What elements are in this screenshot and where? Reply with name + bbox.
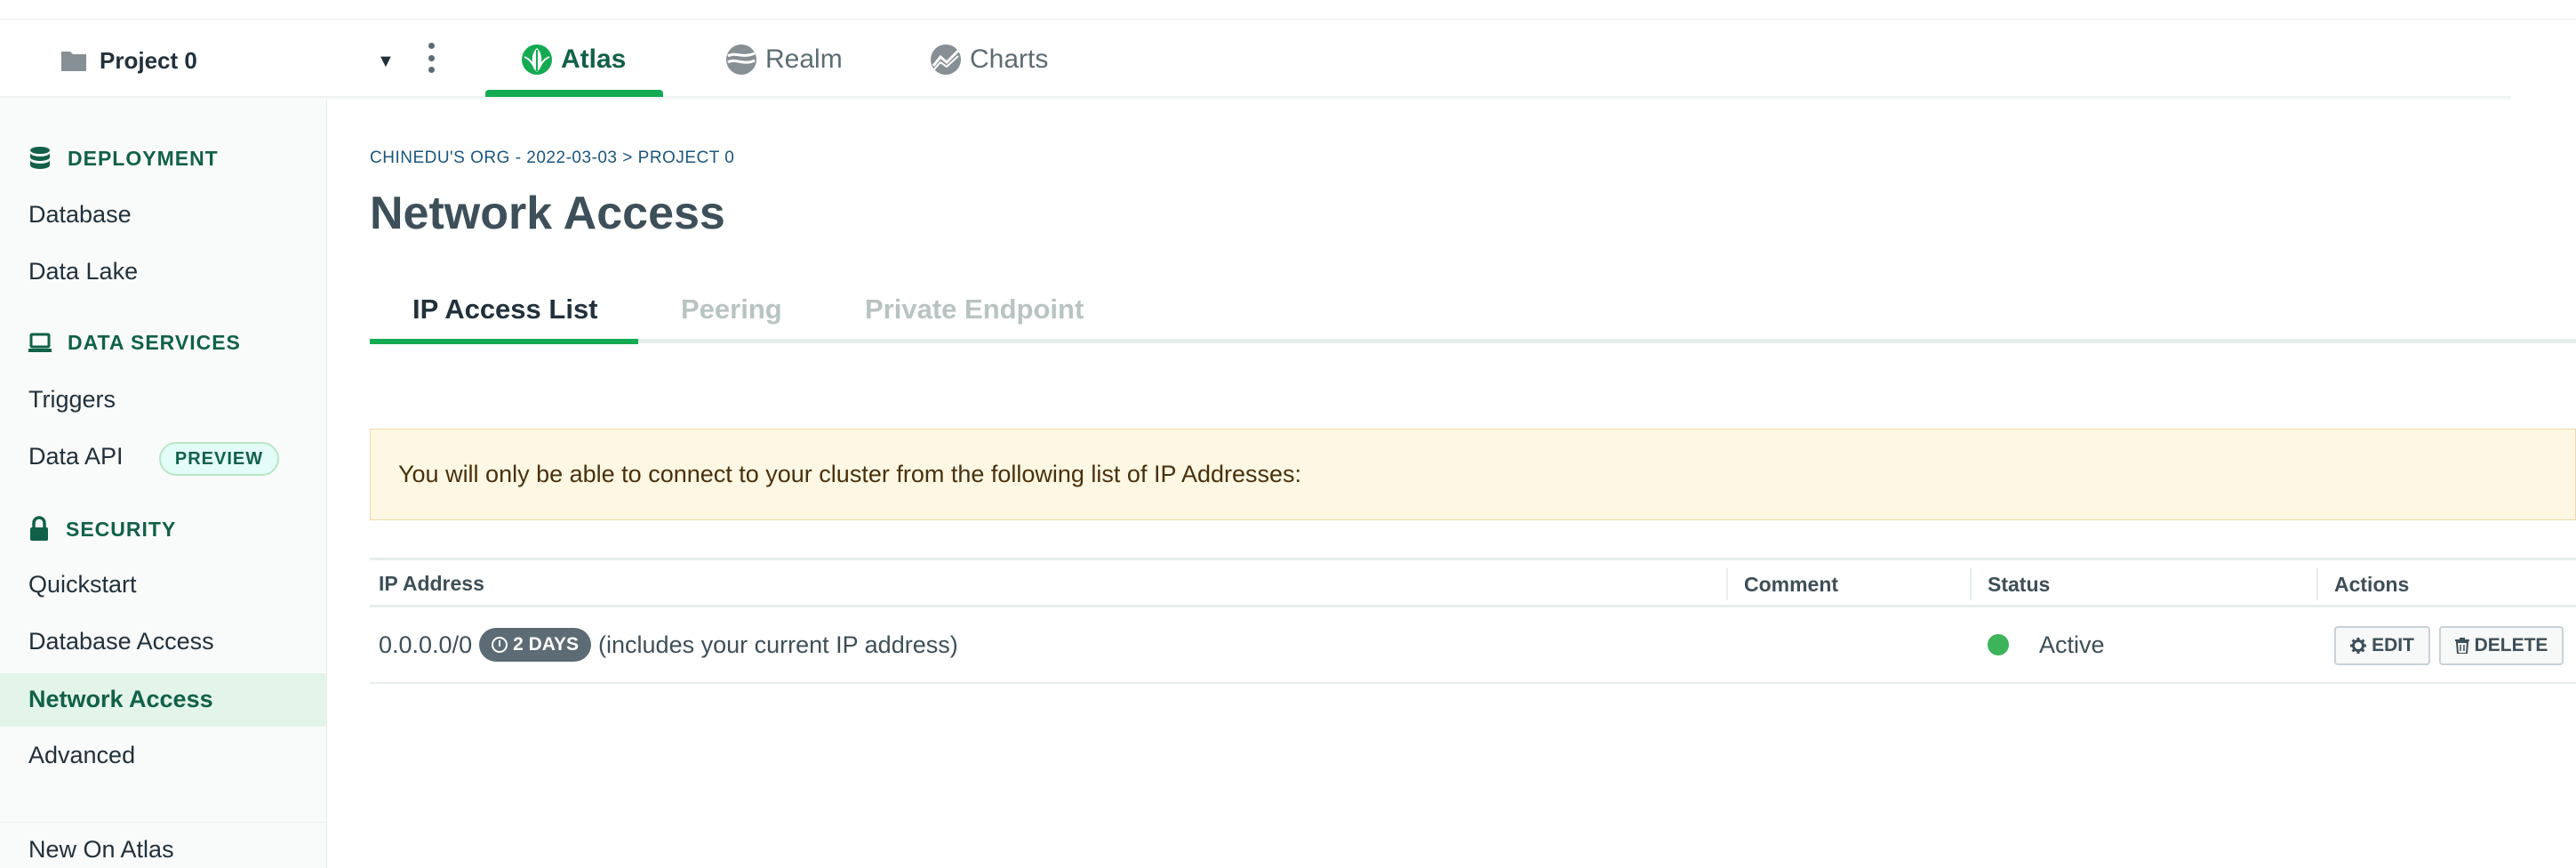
sidebar-item-quickstart[interactable]: Quickstart: [28, 571, 137, 599]
edit-button-label: EDIT: [2372, 635, 2414, 655]
laptop-icon: [28, 333, 52, 352]
page-title: Network Access: [370, 188, 725, 239]
sidebar-item-advanced[interactable]: Advanced: [28, 742, 135, 769]
table-header: IP Address Comment Status Actions: [370, 558, 2576, 607]
tab-charts-label: Charts: [970, 44, 1049, 74]
tab-atlas-label: Atlas: [561, 44, 627, 74]
browser-top-strip: [0, 0, 2576, 20]
project-picker[interactable]: Project 0: [60, 25, 197, 96]
breadcrumb[interactable]: CHINEDU'S ORG - 2022-03-03 > PROJECT 0: [370, 149, 734, 168]
ip-address-value: 0.0.0.0/0: [379, 631, 473, 658]
notice-text: You will only be able to connect to your…: [398, 461, 1302, 487]
realm-icon: [726, 44, 756, 75]
sidebar: DEPLOYMENT Database Data Lake DATA SERVI…: [0, 100, 327, 868]
tab-private-endpoint[interactable]: Private Endpoint: [865, 293, 1084, 326]
chevron-down-icon[interactable]: ▼: [377, 52, 395, 72]
project-name: Project 0: [100, 46, 197, 74]
atlas-leaf-icon: [522, 44, 552, 75]
status-cell: Active: [1988, 607, 2105, 682]
sidebar-section-label: SECURITY: [66, 517, 177, 541]
sidebar-item-data-api[interactable]: Data API: [28, 443, 124, 470]
sidebar-item-new-on-atlas[interactable]: New On Atlas: [28, 836, 174, 864]
sidebar-section-data-services: DATA SERVICES: [28, 331, 241, 355]
tab-active-indicator: [370, 339, 638, 344]
database-icon: [30, 147, 50, 169]
tab-ip-access-list[interactable]: IP Access List: [412, 293, 598, 326]
sidebar-item-network-access[interactable]: Network Access: [28, 686, 213, 713]
tab-atlas-active-indicator: [485, 90, 663, 97]
tab-atlas[interactable]: Atlas: [520, 20, 626, 100]
tabs-underline: [370, 339, 2576, 343]
column-header-comment: Comment: [1726, 568, 1838, 600]
tab-realm[interactable]: Realm: [724, 20, 843, 100]
sidebar-section-security: SECURITY: [28, 516, 176, 542]
column-header-status: Status: [1970, 568, 2050, 600]
clock-icon: [492, 637, 508, 653]
expiry-badge: 2 DAYS: [479, 628, 592, 662]
sidebar-item-triggers[interactable]: Triggers: [28, 386, 116, 414]
ip-address-cell: 0.0.0.0/0 2 DAYS (includes your current …: [379, 607, 958, 682]
ip-access-notice: You will only be able to connect to your…: [370, 429, 2576, 520]
sidebar-section-label: DATA SERVICES: [68, 331, 241, 354]
folder-icon: [61, 52, 86, 71]
tab-realm-label: Realm: [765, 44, 843, 74]
sidebar-divider: [0, 822, 326, 823]
charts-icon: [931, 44, 961, 75]
gear-icon: [2350, 638, 2367, 654]
sidebar-section-deployment: DEPLOYMENT: [28, 146, 219, 171]
expiry-badge-label: 2 DAYS: [513, 634, 580, 655]
lock-icon: [30, 516, 48, 541]
column-header-ip-address: IP Address: [379, 572, 484, 595]
tab-charts[interactable]: Charts: [929, 20, 1048, 100]
trash-icon: [2454, 638, 2469, 654]
table-row: 0.0.0.0/0 2 DAYS (includes your current …: [370, 607, 2576, 684]
status-label: Active: [2039, 631, 2105, 658]
sidebar-section-label: DEPLOYMENT: [68, 146, 219, 170]
edit-button[interactable]: EDIT: [2334, 626, 2430, 665]
column-header-actions: Actions: [2316, 568, 2409, 600]
more-options-icon[interactable]: [425, 43, 437, 73]
ip-access-table: IP Address Comment Status Actions 0.0.0.…: [370, 558, 2576, 684]
sidebar-item-database[interactable]: Database: [28, 201, 132, 229]
delete-button[interactable]: DELETE: [2439, 626, 2564, 665]
sidebar-item-database-access[interactable]: Database Access: [28, 628, 214, 655]
status-active-dot: [1988, 634, 2009, 655]
top-navigation-shadow: [0, 96, 2511, 101]
tab-peering[interactable]: Peering: [681, 293, 782, 326]
preview-badge: PREVIEW: [159, 442, 279, 476]
sidebar-item-data-lake[interactable]: Data Lake: [28, 258, 138, 285]
ip-address-note: (includes your current IP address): [598, 631, 958, 658]
delete-button-label: DELETE: [2474, 635, 2548, 655]
